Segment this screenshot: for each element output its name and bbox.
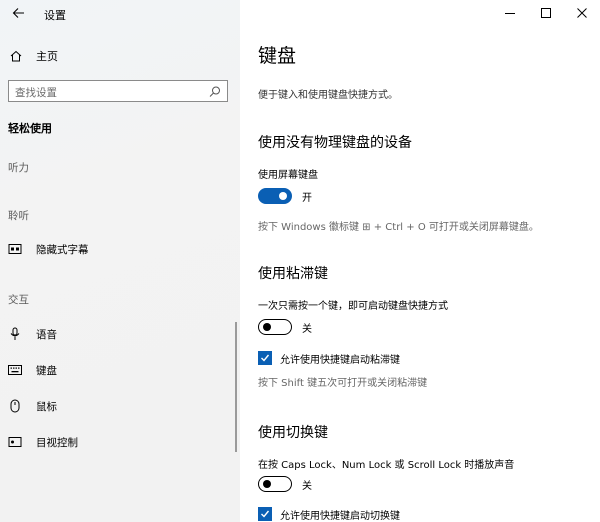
sidebar-item-eye-control[interactable]: 目视控制 [8,432,230,452]
search-box[interactable] [8,80,228,103]
sidebar-item-label: 键盘 [36,364,57,377]
toggle-keys-toggle[interactable] [258,476,292,492]
section-heading-sticky-keys: 使用粘滞键 [258,266,328,282]
on-screen-keyboard-label: 使用屏幕键盘 [258,170,318,181]
back-button[interactable] [8,3,32,23]
sticky-keys-shortcut-label: 允许使用快捷键启动粘滞键 [280,354,400,366]
mouse-icon [8,399,22,413]
keyboard-icon [8,363,22,377]
sticky-keys-label: 一次只需按一个键，即可启动键盘快捷方式 [258,301,448,312]
home-label: 主页 [36,50,58,63]
sticky-keys-shortcut-row: 允许使用快捷键启动粘滞键 [258,350,400,366]
closed-captions-icon [8,242,22,256]
sidebar: 设置 主页 轻松使用 听力 聆听 隐藏式字幕 交互 [0,0,240,522]
sticky-keys-shortcut-checkbox[interactable] [258,351,272,365]
toggle-keys-label: 在按 Caps Lock、Num Lock 或 Scroll Lock 时播放声… [258,460,515,471]
toggle-knob [263,322,271,331]
toggle-keys-toggle-row: 关 [258,475,312,493]
page-title: 键盘 [258,45,297,67]
toggle-keys-shortcut-row: 允许使用快捷键启动切换键 [258,506,400,522]
window-controls [492,0,600,26]
on-screen-keyboard-toggle-row: 开 [258,187,312,205]
sidebar-item-closed-captions[interactable]: 隐藏式字幕 [8,239,230,259]
category-hearing: 听力 [8,162,29,174]
sticky-keys-toggle-row: 关 [258,318,312,336]
home-icon [8,48,24,64]
home-nav-item[interactable]: 主页 [8,46,228,66]
app-title: 设置 [44,9,66,22]
sidebar-item-label: 目视控制 [36,436,78,449]
checkmark-icon [261,510,270,518]
minimize-icon [505,13,515,14]
section-heading-toggle-keys: 使用切换键 [258,425,328,441]
search-input[interactable] [9,83,199,103]
sidebar-item-speech[interactable]: 语音 [8,324,230,344]
search-icon[interactable] [208,84,222,98]
sidebar-item-label: 鼠标 [36,400,57,413]
titlebar-left: 设置 [0,0,240,28]
maximize-button[interactable] [528,0,564,26]
toggle-knob [279,192,287,200]
sidebar-item-label: 语音 [36,328,57,341]
toggle-keys-shortcut-label: 允许使用快捷键启动切换键 [280,510,400,522]
category-listen: 聆听 [8,210,29,222]
toggle-keys-shortcut-checkbox[interactable] [258,507,272,521]
toggle-state-label: 关 [302,323,312,335]
page-subtitle: 便于键入和使用键盘快捷方式。 [258,90,398,101]
sidebar-scrollbar[interactable] [235,322,237,452]
on-screen-keyboard-hint: 按下 Windows 徽标键 ⊞ + Ctrl + O 可打开或关闭屏幕键盘。 [258,222,539,233]
sticky-keys-hint: 按下 Shift 键五次可打开或关闭粘滞键 [258,378,428,389]
close-icon [577,8,587,18]
sidebar-item-label: 隐藏式字幕 [36,243,89,256]
sidebar-item-keyboard[interactable]: 键盘 [8,360,230,380]
toggle-state-label: 关 [302,480,312,492]
back-arrow-icon [12,8,24,18]
maximize-icon [541,8,551,18]
minimize-button[interactable] [492,0,528,26]
microphone-icon [8,327,22,341]
eye-control-icon [8,435,22,449]
section-heading-no-physical-keyboard: 使用没有物理键盘的设备 [258,135,412,151]
close-button[interactable] [564,0,600,26]
main-content: 键盘 便于键入和使用键盘快捷方式。 使用没有物理键盘的设备 使用屏幕键盘 开 按… [240,0,600,522]
section-title: 轻松使用 [8,122,52,135]
toggle-knob [263,479,271,488]
sticky-keys-toggle[interactable] [258,319,292,335]
on-screen-keyboard-toggle[interactable] [258,188,292,204]
checkmark-icon [261,354,270,362]
sidebar-item-mouse[interactable]: 鼠标 [8,396,230,416]
category-interaction: 交互 [8,294,29,306]
toggle-state-label: 开 [302,192,312,204]
